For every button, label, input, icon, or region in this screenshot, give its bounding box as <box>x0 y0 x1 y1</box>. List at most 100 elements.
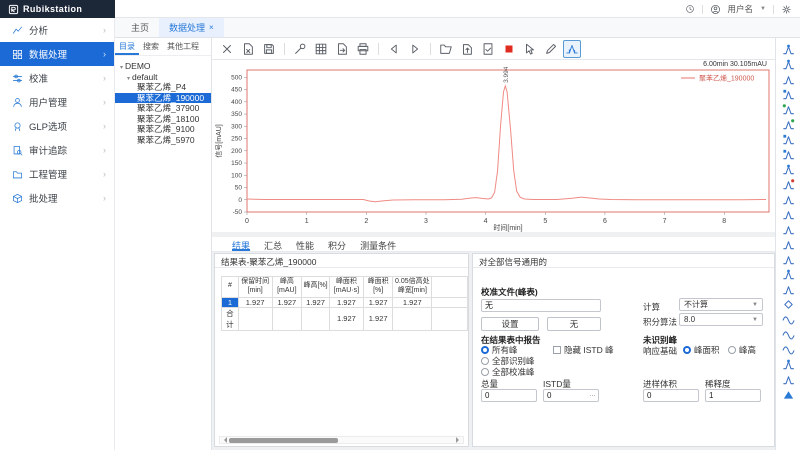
table-grid-icon[interactable] <box>312 40 330 58</box>
peak-rear-handle-icon[interactable] <box>780 147 796 162</box>
peak-area-tool-icon[interactable] <box>780 252 796 267</box>
peak-marker-icon[interactable] <box>780 57 796 72</box>
peak-split-icon[interactable] <box>780 87 796 102</box>
calibration-file-input[interactable] <box>481 299 601 312</box>
radio-on-icon[interactable] <box>683 346 691 354</box>
svg-text:7: 7 <box>663 218 667 225</box>
point-marker-icon[interactable] <box>780 297 796 312</box>
sidebar-item-batch[interactable]: 批处理› <box>0 186 114 210</box>
report-check-icon[interactable] <box>479 40 497 58</box>
export-arrow-icon[interactable] <box>458 40 476 58</box>
open-folder-icon[interactable] <box>437 40 455 58</box>
pointer-icon[interactable] <box>521 40 539 58</box>
baseline-start-icon[interactable] <box>780 102 796 117</box>
clock-icon[interactable] <box>685 4 695 14</box>
sidebar-item-audit[interactable]: 审计追踪› <box>0 138 114 162</box>
smooth-curve-alt-icon[interactable] <box>780 327 796 342</box>
horizontal-scrollbar[interactable] <box>219 436 464 444</box>
sidebar-item-user[interactable]: 用户管理› <box>0 90 114 114</box>
radio-off-icon[interactable] <box>481 357 489 365</box>
tab-performance[interactable]: 性能 <box>296 237 314 251</box>
gear-icon[interactable] <box>781 4 792 15</box>
tab-home[interactable]: 主页 <box>121 18 159 37</box>
tab-summary[interactable]: 汇总 <box>264 237 282 251</box>
tree-item[interactable]: 聚苯乙烯_9100 <box>115 124 211 135</box>
tree-node-folder[interactable]: ▾default <box>115 72 211 83</box>
peak-levels-icon[interactable] <box>780 372 796 387</box>
option-peak-height[interactable]: 峰高 <box>728 344 756 356</box>
option-peak-area[interactable]: 峰面积 <box>683 344 720 356</box>
baseline-end-icon[interactable] <box>780 117 796 132</box>
scroll-right-icon[interactable] <box>456 437 462 443</box>
user-avatar-icon[interactable] <box>710 4 721 15</box>
collapse-icon[interactable]: ▾ <box>120 65 123 71</box>
username-label[interactable]: 用户名 <box>728 3 754 15</box>
tree-item[interactable]: 聚苯乙烯_5970 <box>115 135 211 146</box>
scrollbar-thumb[interactable] <box>229 438 338 443</box>
chevron-down-icon[interactable]: ▼ <box>760 6 766 12</box>
peak-separate-icon[interactable] <box>780 207 796 222</box>
close-tab-icon[interactable]: × <box>209 23 214 32</box>
tab-integration[interactable]: 积分 <box>328 237 346 251</box>
ellipsis-icon[interactable]: … <box>589 391 596 398</box>
option-hide-istd[interactable]: 隐藏 ISTD 峰 <box>553 344 614 356</box>
sidebar-item-calib[interactable]: 校准› <box>0 66 114 90</box>
integration-events-icon[interactable] <box>563 40 581 58</box>
close-icon[interactable] <box>218 40 236 58</box>
tab-data-processing[interactable]: 数据处理 × <box>159 18 224 37</box>
export-doc-icon[interactable] <box>333 40 351 58</box>
peak-window-icon[interactable] <box>780 357 796 372</box>
chromatogram-plot[interactable]: -500501001502002503003504004505000123456… <box>213 60 775 232</box>
injection-volume-input[interactable] <box>643 389 699 402</box>
radio-on-icon[interactable] <box>481 346 489 354</box>
peak-delete-icon[interactable] <box>780 177 796 192</box>
sidebar-item-dataproc[interactable]: 数据处理› <box>0 42 114 66</box>
tab-measurement-conditions[interactable]: 测量条件 <box>360 237 396 251</box>
tree-tab-directory[interactable]: 目录 <box>115 38 139 55</box>
option-all-calibrated[interactable]: 全部校准峰 <box>481 366 535 378</box>
print-icon[interactable] <box>354 40 372 58</box>
peak-shoulder-icon[interactable] <box>780 267 796 282</box>
baseline-handle-icon[interactable] <box>780 162 796 177</box>
tree-tab-other-projects[interactable]: 其他工程 <box>163 38 203 55</box>
tree-item[interactable]: 聚苯乙烯_18100 <box>115 114 211 125</box>
tab-results[interactable]: 结果 <box>232 237 250 251</box>
peak-outline-icon[interactable] <box>780 72 796 87</box>
scroll-left-icon[interactable] <box>221 437 227 443</box>
tree-item[interactable]: 聚苯乙烯_P4 <box>115 82 211 93</box>
wrench-icon[interactable] <box>291 40 309 58</box>
zoom-region-icon[interactable] <box>780 42 796 57</box>
dilution-input[interactable] <box>705 389 761 402</box>
checkbox-icon[interactable] <box>553 346 561 354</box>
pen-icon[interactable] <box>542 40 560 58</box>
sidebar-item-analysis[interactable]: 分析› <box>0 18 114 42</box>
tree-tab-search[interactable]: 搜索 <box>139 38 163 55</box>
radio-off-icon[interactable] <box>728 346 736 354</box>
save-icon[interactable] <box>260 40 278 58</box>
none-button[interactable]: 无 <box>547 317 601 331</box>
peak-front-handle-icon[interactable] <box>780 132 796 147</box>
total-amount-input[interactable] <box>481 389 537 402</box>
tree-node-root[interactable]: ▾DEMO <box>115 61 211 72</box>
peak-valley-icon[interactable] <box>780 282 796 297</box>
table-row[interactable]: 1 1.927 1.927 1.927 1.927 1.927 1.927 <box>222 297 468 307</box>
clear-file-icon[interactable] <box>239 40 257 58</box>
tree-item[interactable]: 聚苯乙烯_190000 <box>115 93 211 104</box>
peak-merge-icon[interactable] <box>780 192 796 207</box>
stop-icon[interactable] <box>500 40 518 58</box>
set-button[interactable]: 设置 <box>481 317 539 331</box>
radio-off-icon[interactable] <box>481 368 489 376</box>
peak-trace-alt-icon[interactable] <box>780 237 796 252</box>
tree-item[interactable]: 聚苯乙烯_37900 <box>115 103 211 114</box>
calc-select[interactable]: 不计算▼ <box>679 298 763 311</box>
sidebar-item-project[interactable]: 工程管理› <box>0 162 114 186</box>
wave-baseline-icon[interactable] <box>780 342 796 357</box>
algorithm-select[interactable]: 8.0▼ <box>679 313 763 326</box>
sidebar-item-glp[interactable]: GLP选项› <box>0 114 114 138</box>
nav-next-icon[interactable] <box>406 40 424 58</box>
peak-trace-icon[interactable] <box>780 222 796 237</box>
smooth-curve-icon[interactable] <box>780 312 796 327</box>
nav-prev-icon[interactable] <box>385 40 403 58</box>
collapse-icon[interactable]: ▾ <box>127 76 130 82</box>
peak-fill-icon[interactable] <box>780 387 796 402</box>
